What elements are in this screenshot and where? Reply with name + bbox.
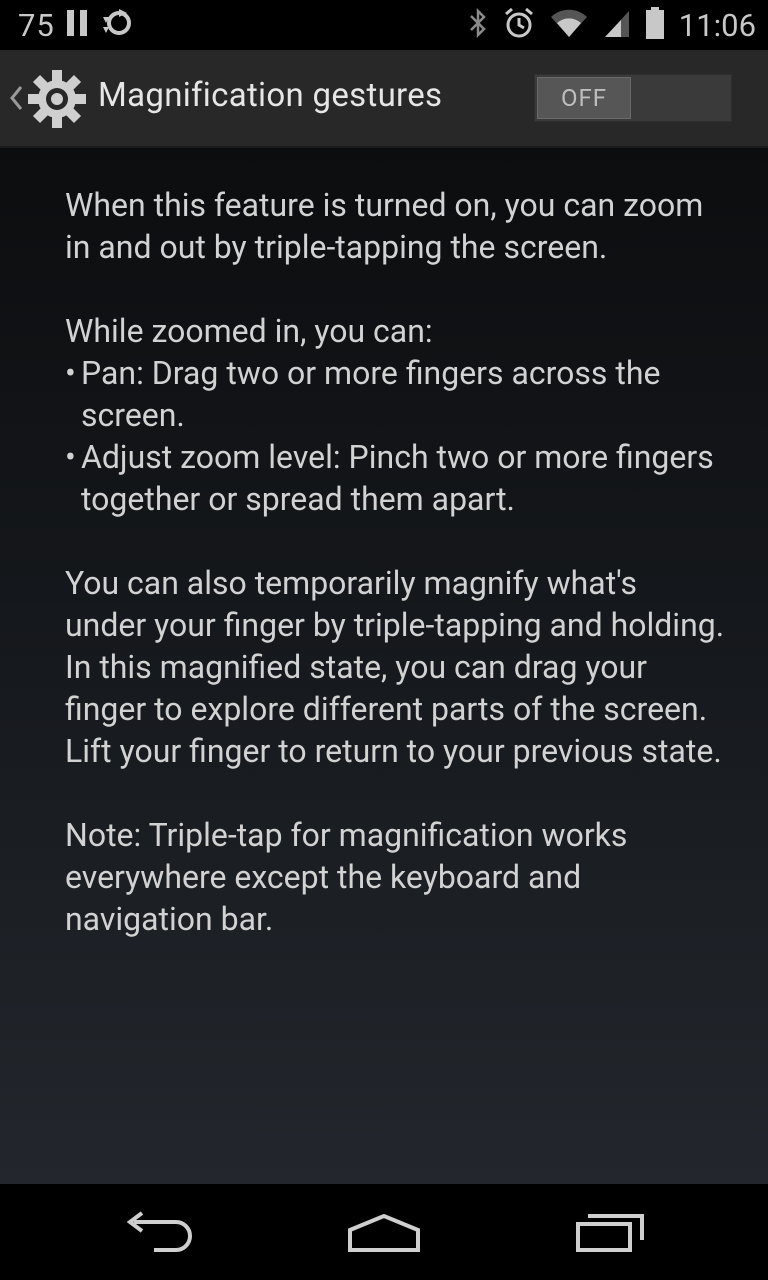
pause-bars-icon (65, 8, 89, 42)
page-title: Magnification gestures (98, 76, 443, 115)
alarm-icon (503, 7, 535, 43)
wifi-icon (549, 7, 589, 43)
navigation-bar (0, 1184, 768, 1280)
back-icon[interactable] (124, 1210, 196, 1258)
description-text: When this feature is turned on, you can … (65, 184, 725, 940)
temporary-magnify-paragraph: You can also temporarily magnify what's … (65, 564, 725, 770)
toggle-label: OFF (560, 84, 608, 112)
home-icon[interactable] (346, 1210, 422, 1258)
sync-icon (99, 7, 135, 43)
content-area: When this feature is turned on, you can … (0, 148, 768, 1184)
bullet-zoom-level: Adjust zoom level: Pinch two or more fin… (81, 438, 714, 518)
magnification-toggle[interactable]: OFF (534, 74, 732, 122)
bluetooth-icon (467, 7, 489, 43)
toggle-thumb: OFF (537, 77, 631, 119)
intro-paragraph: When this feature is turned on, you can … (65, 186, 704, 266)
status-number: 75 (18, 6, 55, 44)
list-item: • Adjust zoom level: Pinch two or more f… (65, 436, 725, 520)
recent-apps-icon[interactable] (574, 1210, 646, 1258)
note-paragraph: Note: Triple-tap for magnification works… (65, 816, 628, 938)
battery-icon (645, 6, 665, 44)
status-bar: 75 11:06 (0, 0, 768, 50)
status-time: 11:06 (678, 6, 756, 44)
list-item: • Pan: Drag two or more fingers across t… (65, 352, 725, 436)
signal-icon (603, 7, 631, 43)
zoomed-heading: While zoomed in, you can: (65, 312, 433, 350)
chevron-left-icon[interactable] (8, 84, 24, 116)
gear-icon[interactable] (26, 68, 88, 134)
bullet-pan: Pan: Drag two or more fingers across the… (81, 354, 661, 434)
